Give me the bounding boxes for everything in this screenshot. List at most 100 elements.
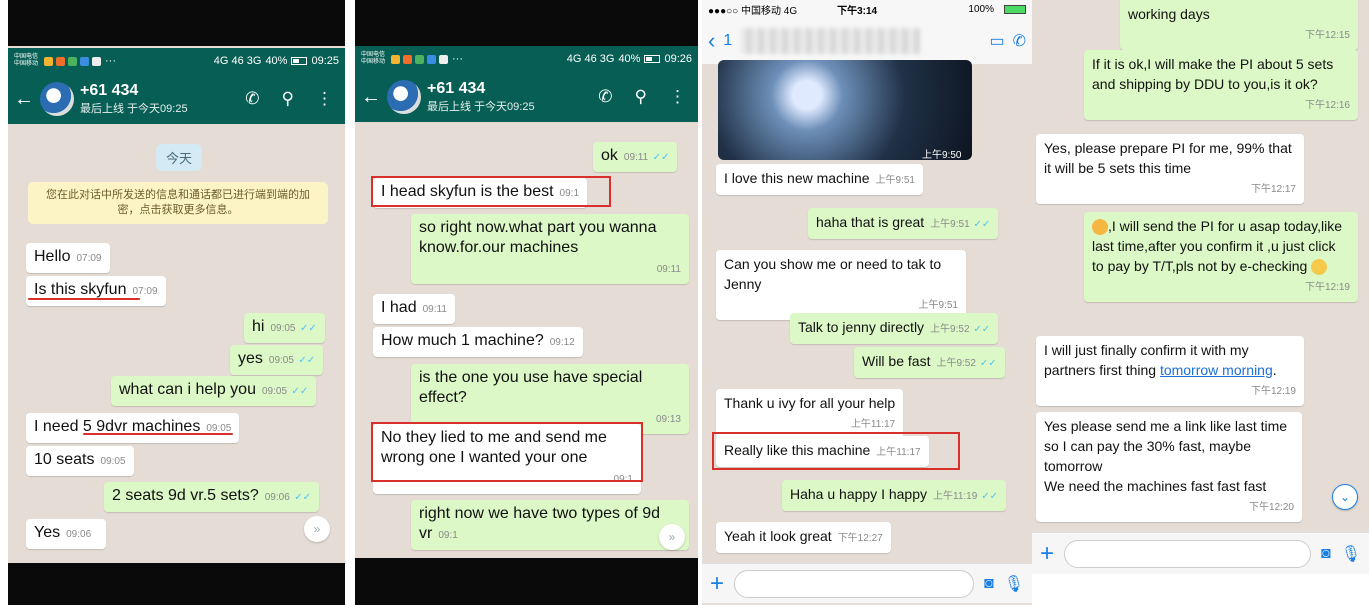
top-black-bar bbox=[8, 0, 345, 46]
message-in[interactable]: I will just finally confirm it with my p… bbox=[1036, 336, 1304, 406]
message-out[interactable]: right now we have two types of 9d vr 09:1 bbox=[411, 500, 689, 550]
back-arrow-icon[interactable]: ← bbox=[14, 88, 34, 111]
message-input[interactable] bbox=[734, 569, 975, 598]
message-in[interactable]: How much 1 machine? 09:12 bbox=[373, 327, 583, 357]
back-chevron-icon[interactable]: ‹ bbox=[708, 28, 715, 54]
highlight-box bbox=[371, 176, 611, 207]
message-out[interactable]: hi 09:05 ✓✓ bbox=[244, 313, 325, 343]
message-in[interactable]: Yeah it look great 下午12:27 bbox=[716, 522, 891, 553]
chat-panel-3: ●●●○○ 中国移动 4G 下午3:14 100% ‹ 1 ▭ ✆ 上午9:50… bbox=[702, 0, 1032, 605]
read-check-icon: ✓✓ bbox=[294, 492, 311, 503]
video-call-icon[interactable]: ▭ bbox=[989, 31, 1004, 51]
back-arrow-icon[interactable]: ← bbox=[361, 86, 381, 109]
clock: 下午3:14 bbox=[837, 5, 878, 17]
read-check-icon: ✓✓ bbox=[298, 355, 316, 366]
clock: 09:26 bbox=[664, 53, 692, 65]
battery-label: 40% bbox=[618, 53, 641, 65]
menu-icon[interactable]: ⋮ bbox=[669, 87, 686, 107]
message-in[interactable]: Hello 07:09 bbox=[26, 243, 110, 273]
carrier-label: 中国电信 中国移动 bbox=[361, 52, 386, 65]
contact-name[interactable]: +61 434 bbox=[427, 80, 535, 98]
mic-icon[interactable]: 🎙 bbox=[1004, 574, 1024, 594]
camera-icon[interactable]: ◙ bbox=[1321, 545, 1331, 563]
media-photo[interactable] bbox=[718, 60, 972, 160]
message-in[interactable]: Yes, please prepare PI for me, 99% that … bbox=[1036, 134, 1304, 204]
attach-icon[interactable]: ⚲ bbox=[635, 87, 647, 107]
smile-emoji-icon bbox=[1311, 259, 1328, 276]
avatar[interactable] bbox=[40, 82, 74, 116]
message-in[interactable]: Yes please send me a link like last time… bbox=[1036, 412, 1302, 522]
message-out[interactable]: 2 seats 9d vr.5 sets? 09:06 ✓✓ bbox=[104, 482, 319, 512]
date-pill: 今天 bbox=[156, 144, 203, 171]
contact-name[interactable]: +61 434 bbox=[80, 82, 188, 100]
unread-count[interactable]: 1 bbox=[723, 32, 732, 50]
more-dots: ··· bbox=[452, 53, 463, 65]
scroll-down-icon[interactable]: ⌄ bbox=[1332, 484, 1358, 510]
message-out[interactable]: Talk to jenny directly 上午9:52 ✓✓ bbox=[790, 313, 999, 344]
message-out[interactable]: so right now.what part you wanna know.fo… bbox=[411, 214, 689, 284]
plus-icon[interactable]: + bbox=[1040, 540, 1054, 568]
phone-icon[interactable]: ✆ bbox=[598, 87, 612, 107]
bottom-black-bar bbox=[8, 563, 345, 605]
battery-icon bbox=[291, 57, 308, 65]
message-in[interactable]: I need 5 9dvr machines 09:05 bbox=[26, 413, 240, 443]
message-out[interactable]: working days 下午12:15 bbox=[1120, 0, 1358, 50]
red-underline bbox=[83, 433, 233, 435]
chat-header: ‹ 1 ▭ ✆ bbox=[702, 18, 1032, 64]
notification-icons bbox=[44, 56, 101, 66]
message-in[interactable]: I had 09:11 bbox=[373, 294, 455, 324]
message-out[interactable]: Will be fast 上午9:52 ✓✓ bbox=[854, 347, 1005, 378]
message-out[interactable]: yes 09:05 ✓✓ bbox=[230, 345, 324, 375]
encryption-notice[interactable]: 您在此对话中所发送的信息和通话都已进行端到端的加密，点击获取更多信息。 bbox=[28, 182, 328, 224]
carrier-label: 中国电信 中国移动 bbox=[14, 54, 39, 67]
top-black-bar bbox=[355, 0, 698, 46]
avatar[interactable] bbox=[387, 80, 421, 114]
highlight-box bbox=[712, 432, 960, 470]
ok-hand-emoji-icon bbox=[1092, 219, 1108, 236]
message-out[interactable]: what can i help you 09:05 ✓✓ bbox=[111, 376, 317, 406]
network-label: 4G 46 3G bbox=[213, 55, 262, 67]
clock: 09:25 bbox=[311, 55, 339, 67]
network-label: 4G 46 3G bbox=[566, 53, 615, 65]
message-out[interactable]: ok 09:11 ✓✓ bbox=[593, 142, 678, 172]
message-in[interactable]: 10 seats 09:05 bbox=[26, 446, 134, 476]
red-underline bbox=[28, 298, 140, 300]
attach-icon[interactable]: ⚲ bbox=[282, 89, 294, 109]
chat-panel-1: 中国电信 中国移动 ··· 4G 46 3G 40% 09:25 ← +61 4… bbox=[8, 0, 345, 605]
chat-header: ← +61 434 最后上线 于今天09:25 ✆ ⚲ ⋮ bbox=[8, 74, 345, 124]
read-check-icon: ✓✓ bbox=[973, 219, 991, 230]
message-in[interactable]: Can you show me or need to tak to Jenny 上… bbox=[716, 250, 966, 320]
message-in[interactable]: Is this skyfun 07:09 bbox=[26, 276, 166, 306]
phone-icon[interactable]: ✆ bbox=[245, 89, 259, 109]
scroll-down-icon[interactable]: » bbox=[304, 516, 330, 542]
message-in[interactable]: Yes 09:06 bbox=[26, 519, 106, 549]
scroll-down-icon[interactable]: » bbox=[659, 524, 685, 550]
contact-name-blurred[interactable] bbox=[740, 28, 921, 54]
camera-icon[interactable]: ◙ bbox=[984, 575, 994, 593]
mic-icon[interactable]: 🎙 bbox=[1341, 544, 1361, 564]
battery-icon bbox=[1004, 4, 1026, 14]
message-input[interactable] bbox=[1064, 539, 1312, 568]
notification-icons bbox=[391, 54, 448, 64]
battery-icon bbox=[644, 55, 661, 63]
input-bar: + ◙ 🎙 bbox=[702, 563, 1032, 603]
date-link[interactable]: tomorrow morning bbox=[1160, 362, 1273, 378]
message-in[interactable]: I love this new machine 上午9:51 bbox=[716, 164, 923, 195]
plus-icon[interactable]: + bbox=[710, 570, 724, 598]
last-seen: 最后上线 于今天09:25 bbox=[427, 101, 535, 113]
phone-icon[interactable]: ✆ bbox=[1013, 31, 1026, 51]
read-check-icon: ✓✓ bbox=[973, 324, 991, 335]
more-dots: ··· bbox=[105, 55, 116, 67]
input-bar: + ◙ 🎙 bbox=[1032, 532, 1369, 574]
message-out[interactable]: If it is ok,I will make the PI about 5 s… bbox=[1084, 50, 1358, 120]
read-check-icon: ✓✓ bbox=[299, 323, 317, 334]
message-out[interactable]: haha that is great 上午9:51 ✓✓ bbox=[808, 208, 999, 239]
read-check-icon: ✓✓ bbox=[652, 152, 670, 163]
battery-label: 40% bbox=[265, 55, 288, 67]
photo-time: 上午9:50 bbox=[922, 150, 962, 161]
message-out[interactable]: Haha u happy I happy 上午11:19 ✓✓ bbox=[782, 480, 1006, 511]
menu-icon[interactable]: ⋮ bbox=[316, 89, 333, 109]
status-bar: 中国电信 中国移动 ··· 4G 46 3G 40% 09:26 bbox=[355, 46, 698, 72]
read-check-icon: ✓✓ bbox=[291, 386, 309, 397]
message-out[interactable]: ,I will send the PI for u asap today,lik… bbox=[1084, 212, 1358, 302]
